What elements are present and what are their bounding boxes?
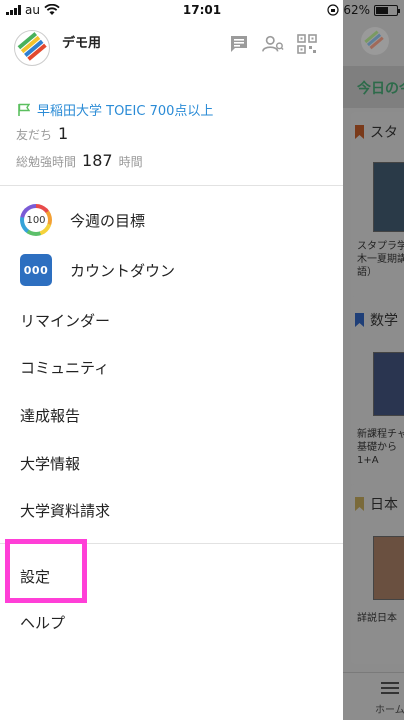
status-bar: au 17:01 62% bbox=[0, 0, 404, 20]
menu-item-label: 大学資料請求 bbox=[20, 501, 111, 520]
menu-item-achievement-report[interactable]: 達成報告 bbox=[0, 393, 343, 437]
app-logo-icon bbox=[17, 32, 47, 61]
menu-item-reminder[interactable]: リマインダー bbox=[0, 298, 343, 342]
avatar[interactable] bbox=[14, 30, 50, 66]
background-app[interactable]: 今日の今 スタ スタプラ学 木一夏期講 語） 数学 新課程チャ 基礎から 1+A… bbox=[343, 0, 404, 720]
background-book-cover bbox=[373, 352, 404, 416]
battery-percent: 62% bbox=[343, 3, 370, 17]
username: デモ用 bbox=[62, 35, 102, 51]
background-section-title: 日本 bbox=[355, 494, 398, 514]
menu-item-label: 達成報告 bbox=[20, 406, 81, 425]
background-bottom-nav: ホーム bbox=[343, 672, 404, 720]
background-book-cover bbox=[373, 162, 404, 232]
background-book-caption: 新課程チャ 基礎から 1+A bbox=[357, 429, 404, 466]
home-list-icon bbox=[381, 682, 399, 694]
goal-text: 早稲田大学 TOEIC 700点以上 bbox=[37, 104, 214, 119]
settings-highlight-box bbox=[5, 539, 87, 603]
menu-item-help[interactable]: ヘルプ bbox=[0, 600, 343, 644]
bookmark-icon bbox=[355, 125, 364, 139]
bookmark-icon bbox=[355, 313, 364, 327]
menu-item-community[interactable]: コミュニティ bbox=[0, 345, 343, 389]
friends-count: 1 bbox=[58, 124, 69, 143]
study-time-stat: 総勉強時間 187 時間 bbox=[16, 151, 143, 170]
menu-item-label: 大学情報 bbox=[20, 454, 81, 473]
menu-item-label: 今週の目標 bbox=[70, 211, 146, 230]
study-time-value: 187 bbox=[82, 151, 113, 170]
friends-label: 友だち bbox=[16, 128, 53, 142]
background-book-cover bbox=[373, 536, 404, 600]
status-right: 62% bbox=[327, 3, 400, 17]
weekly-goal-ring-icon: 100 bbox=[20, 204, 52, 236]
profile-row[interactable]: デモ用 bbox=[14, 30, 101, 66]
bottom-nav-label: ホーム bbox=[375, 705, 404, 716]
background-section-title: 数学 bbox=[355, 310, 398, 330]
menu-item-weekly-goal[interactable]: 100 今週の目標 bbox=[0, 198, 343, 242]
background-book-caption: スタプラ学 木一夏期講 語） bbox=[357, 241, 404, 278]
message-icon[interactable] bbox=[228, 33, 250, 55]
background-book-caption: 詳説日本 bbox=[357, 613, 397, 624]
qr-code-icon[interactable] bbox=[296, 33, 318, 55]
bookmark-icon bbox=[355, 497, 364, 511]
menu-item-countdown[interactable]: 000 カウントダウン bbox=[0, 248, 343, 292]
rotation-lock-icon bbox=[327, 4, 339, 16]
menu-item-university-materials[interactable]: 大学資料請求 bbox=[0, 488, 343, 532]
background-tab: 今日の今 bbox=[343, 66, 404, 108]
header-icons bbox=[228, 33, 318, 55]
menu-item-label: コミュニティ bbox=[20, 358, 110, 377]
countdown-icon: 000 bbox=[20, 254, 52, 286]
background-logo-icon bbox=[361, 27, 389, 55]
divider bbox=[0, 185, 343, 186]
navigation-drawer: デモ用 早稲田大学 TOEIC 700点以上 友だち 1 総勉強時間 187 時… bbox=[0, 0, 343, 720]
study-time-unit: 時間 bbox=[118, 155, 143, 169]
menu-item-label: ヘルプ bbox=[20, 613, 66, 632]
menu-item-university-info[interactable]: 大学情報 bbox=[0, 441, 343, 485]
goal-link[interactable]: 早稲田大学 TOEIC 700点以上 bbox=[18, 100, 213, 119]
friends-stat[interactable]: 友だち 1 bbox=[16, 124, 68, 143]
user-search-icon[interactable] bbox=[262, 33, 284, 55]
background-section-title: スタ bbox=[355, 122, 398, 142]
battery-icon bbox=[374, 4, 400, 16]
menu-item-label: カウントダウン bbox=[70, 261, 176, 280]
flag-icon bbox=[18, 103, 30, 116]
menu-item-label: リマインダー bbox=[20, 311, 111, 330]
study-time-label: 総勉強時間 bbox=[16, 155, 77, 169]
